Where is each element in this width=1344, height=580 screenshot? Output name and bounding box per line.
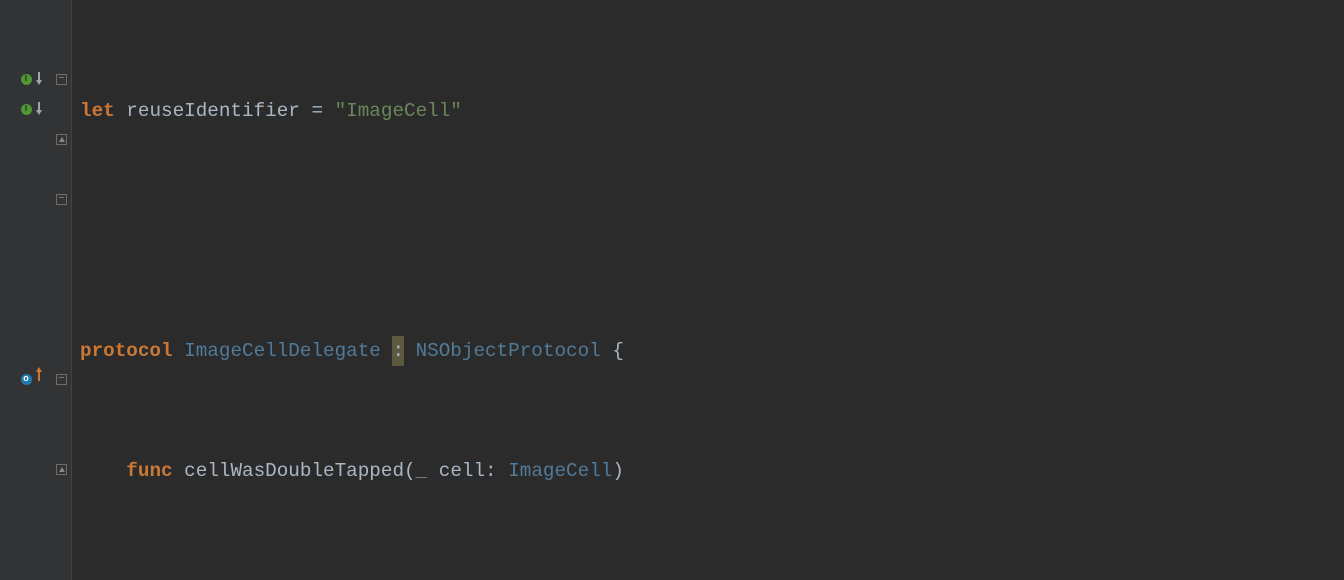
identifier: reuseIdentifier <box>126 100 300 122</box>
keyword-func: func <box>126 460 172 482</box>
fold-handle-close[interactable] <box>56 464 67 475</box>
fold-handle-open[interactable] <box>56 74 67 85</box>
string-literal: "ImageCell" <box>335 100 462 122</box>
colon: : <box>392 340 404 362</box>
implemented-icon[interactable] <box>17 70 35 88</box>
keyword-let: let <box>80 100 115 122</box>
override-icon[interactable] <box>17 370 35 388</box>
keyword-protocol: protocol <box>80 340 173 362</box>
code-area[interactable]: let reuseIdentifier = "ImageCell" protoc… <box>72 0 1344 580</box>
fold-column <box>52 0 72 580</box>
fold-handle-close[interactable] <box>56 134 67 145</box>
code-line: } <box>72 576 1344 580</box>
paren: ) <box>612 460 624 482</box>
implemented-icon[interactable] <box>17 100 35 118</box>
gutter <box>0 0 52 580</box>
code-line: protocol ImageCellDelegate : NSObjectPro… <box>72 336 1344 366</box>
operator: = <box>311 100 323 122</box>
paren: ( <box>404 460 416 482</box>
type-name: ImageCellDelegate <box>184 340 381 362</box>
code-line <box>72 216 1344 246</box>
type-name: ImageCell <box>508 460 612 482</box>
fold-handle-open[interactable] <box>56 194 67 205</box>
fold-handle-open[interactable] <box>56 374 67 385</box>
colon: : <box>485 460 497 482</box>
underscore: _ <box>416 460 428 482</box>
param-name: cell <box>439 460 485 482</box>
type-name: NSObjectProtocol <box>416 340 601 362</box>
func-name: cellWasDoubleTapped <box>184 460 404 482</box>
code-line: let reuseIdentifier = "ImageCell" <box>72 96 1344 126</box>
brace: { <box>612 340 624 362</box>
code-editor: let reuseIdentifier = "ImageCell" protoc… <box>0 0 1344 580</box>
code-line: func cellWasDoubleTapped(_ cell: ImageCe… <box>72 456 1344 486</box>
